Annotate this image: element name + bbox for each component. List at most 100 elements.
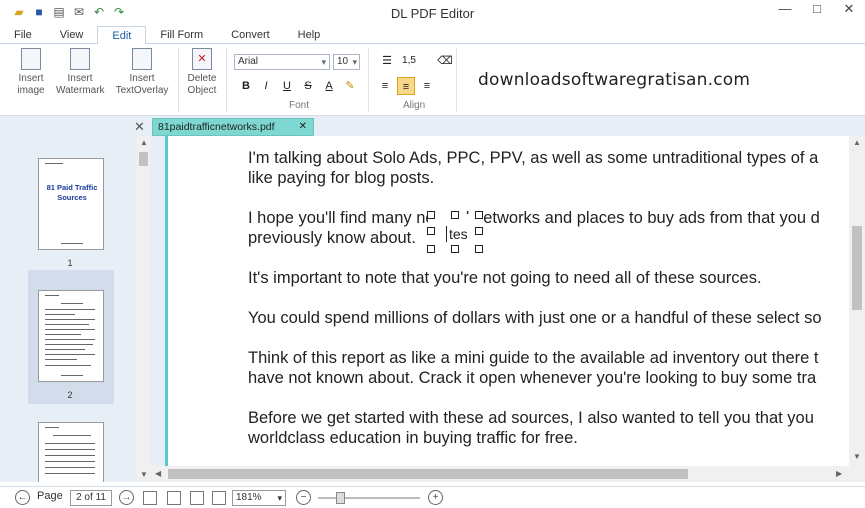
zoom-out-icon[interactable]: − xyxy=(296,490,311,505)
page-number-input[interactable]: 2 of 11 xyxy=(70,490,112,506)
maximize-button[interactable]: □ xyxy=(801,0,833,22)
thumbnail-page-2[interactable] xyxy=(38,290,104,382)
next-page-icon[interactable]: → xyxy=(119,490,134,505)
window-controls: — □ ✕ xyxy=(769,0,865,22)
thumbnail-scrollbar[interactable]: ▲ ▼ xyxy=(137,136,150,482)
align-right-button[interactable]: ≡ xyxy=(418,77,436,95)
watermark-icon xyxy=(70,48,90,70)
highlight-icon[interactable]: ✎ xyxy=(341,77,359,95)
thumb-line xyxy=(45,163,63,164)
eraser-icon[interactable]: ⌫ xyxy=(436,52,454,70)
insert-textoverlay-label: Insert TextOverlay xyxy=(115,73,169,96)
image-icon xyxy=(21,48,41,70)
zoom-select[interactable]: 181% xyxy=(232,490,286,506)
insert-watermark-label: Insert Watermark xyxy=(56,73,105,96)
resize-handle[interactable] xyxy=(475,245,483,253)
line-spacing-value[interactable]: 1,5 xyxy=(398,52,420,70)
thumbnail-page-3[interactable] xyxy=(38,422,104,482)
document-tab-label: 81paidtrafficnetworks.pdf xyxy=(158,121,275,133)
underline-button[interactable]: U xyxy=(278,77,296,95)
delete-object-label: Delete Object xyxy=(187,73,217,96)
italic-button[interactable]: I xyxy=(257,77,275,95)
two-page-view-icon[interactable] xyxy=(167,491,181,505)
thumbnail-panel: 81 Paid Traffic Sources 1 2 xyxy=(0,136,150,482)
scroll-thumb[interactable] xyxy=(168,469,688,479)
text-line: like paying for blog posts. xyxy=(248,169,435,187)
text-line: It's important to note that you're not g… xyxy=(248,269,762,287)
scroll-up-icon[interactable]: ▲ xyxy=(140,138,148,147)
insert-watermark-button[interactable]: Insert Watermark xyxy=(56,48,105,97)
delete-icon: ✕ xyxy=(192,48,212,70)
continuous-two-page-view-icon[interactable] xyxy=(212,491,226,505)
document-view[interactable]: I'm talking about Solo Ads, PPC, PPV, as… xyxy=(150,136,865,482)
zoom-slider-knob[interactable] xyxy=(336,492,345,504)
resize-handle[interactable] xyxy=(427,227,435,235)
scroll-down-icon[interactable]: ▼ xyxy=(853,452,861,461)
thumb-title: 81 Paid Traffic Sources xyxy=(46,183,98,202)
strikethrough-button[interactable]: S xyxy=(299,77,317,95)
align-group-label: Align xyxy=(403,100,426,111)
insert-image-button[interactable]: Insert image xyxy=(14,48,48,97)
resize-handle[interactable] xyxy=(451,245,459,253)
scroll-left-icon[interactable]: ◀ xyxy=(155,469,161,478)
paragraph: Before we get started with these ad sour… xyxy=(248,408,814,448)
align-left-button[interactable]: ≡ xyxy=(376,77,394,95)
window-title: DL PDF Editor xyxy=(390,6,475,21)
continuous-view-icon[interactable] xyxy=(190,491,204,505)
text-line: worldclass education in buying traffic f… xyxy=(248,429,578,447)
single-page-view-icon[interactable] xyxy=(143,491,157,505)
close-panel-icon[interactable]: ✕ xyxy=(134,119,145,135)
close-tab-icon[interactable]: ✕ xyxy=(299,119,307,135)
previous-page-icon[interactable]: ← xyxy=(15,490,30,505)
menu-help[interactable]: Help xyxy=(284,26,335,43)
ribbon: Insert image Insert Watermark Insert Tex… xyxy=(0,44,865,116)
minimize-button[interactable]: — xyxy=(769,0,801,22)
thumbnail-label-1: 1 xyxy=(67,258,73,268)
resize-handle[interactable] xyxy=(475,227,483,235)
ribbon-separator xyxy=(456,48,457,112)
scroll-thumb[interactable] xyxy=(139,152,148,166)
font-color-button[interactable]: A xyxy=(320,77,338,95)
text-overlay-content[interactable]: tes xyxy=(446,226,468,242)
page-label: Page xyxy=(37,490,63,502)
font-group-label: Font xyxy=(289,100,310,111)
text-line: previously know about. xyxy=(248,229,416,247)
document-tab[interactable]: 81paidtrafficnetworks.pdf ✕ xyxy=(152,118,314,136)
thumbnail-page-1[interactable]: 81 Paid Traffic Sources xyxy=(38,158,104,250)
close-button[interactable]: ✕ xyxy=(833,0,865,22)
zoom-slider[interactable] xyxy=(318,492,420,504)
resize-handle[interactable] xyxy=(427,245,435,253)
line-spacing-icon[interactable]: ☰ xyxy=(378,52,396,70)
menu-file[interactable]: File xyxy=(0,26,46,43)
font-size-select[interactable]: 10 xyxy=(333,54,360,70)
thumb-line xyxy=(61,243,83,244)
ribbon-separator xyxy=(178,48,179,112)
paragraph: Think of this report as like a mini guid… xyxy=(248,348,818,388)
text-line: Think of this report as like a mini guid… xyxy=(248,349,819,367)
resize-handle[interactable] xyxy=(475,211,483,219)
document-vertical-scrollbar[interactable]: ▲ ▼ xyxy=(849,136,865,482)
align-center-button[interactable]: ≡ xyxy=(397,77,415,95)
resize-handle[interactable] xyxy=(451,211,459,219)
menu-fill-form[interactable]: Fill Form xyxy=(146,26,217,43)
scroll-up-icon[interactable]: ▲ xyxy=(853,138,861,147)
document-horizontal-scrollbar[interactable]: ◀ ▶ xyxy=(150,466,849,482)
ribbon-separator xyxy=(226,48,227,112)
zoom-in-icon[interactable]: + xyxy=(428,490,443,505)
bold-button[interactable]: B xyxy=(237,77,255,95)
text-overlay-icon xyxy=(132,48,152,70)
resize-handle[interactable] xyxy=(427,211,435,219)
delete-object-button[interactable]: ✕ Delete Object xyxy=(184,48,220,97)
font-name-select[interactable]: Arial xyxy=(234,54,330,70)
menu-view[interactable]: View xyxy=(46,26,98,43)
scroll-thumb[interactable] xyxy=(852,226,862,310)
menu-convert[interactable]: Convert xyxy=(217,26,284,43)
brand-text: downloadsoftwaregratisan.com xyxy=(478,70,751,90)
insert-textoverlay-button[interactable]: Insert TextOverlay xyxy=(114,48,170,97)
text-line: You could spend millions of dollars with… xyxy=(248,309,822,327)
tab-strip: ✕ 81paidtrafficnetworks.pdf ✕ xyxy=(0,116,865,136)
scroll-down-icon[interactable]: ▼ xyxy=(140,470,148,479)
scroll-right-icon[interactable]: ▶ xyxy=(836,469,842,478)
pdf-page[interactable]: I'm talking about Solo Ads, PPC, PPV, as… xyxy=(165,136,853,468)
menu-edit[interactable]: Edit xyxy=(97,26,147,45)
